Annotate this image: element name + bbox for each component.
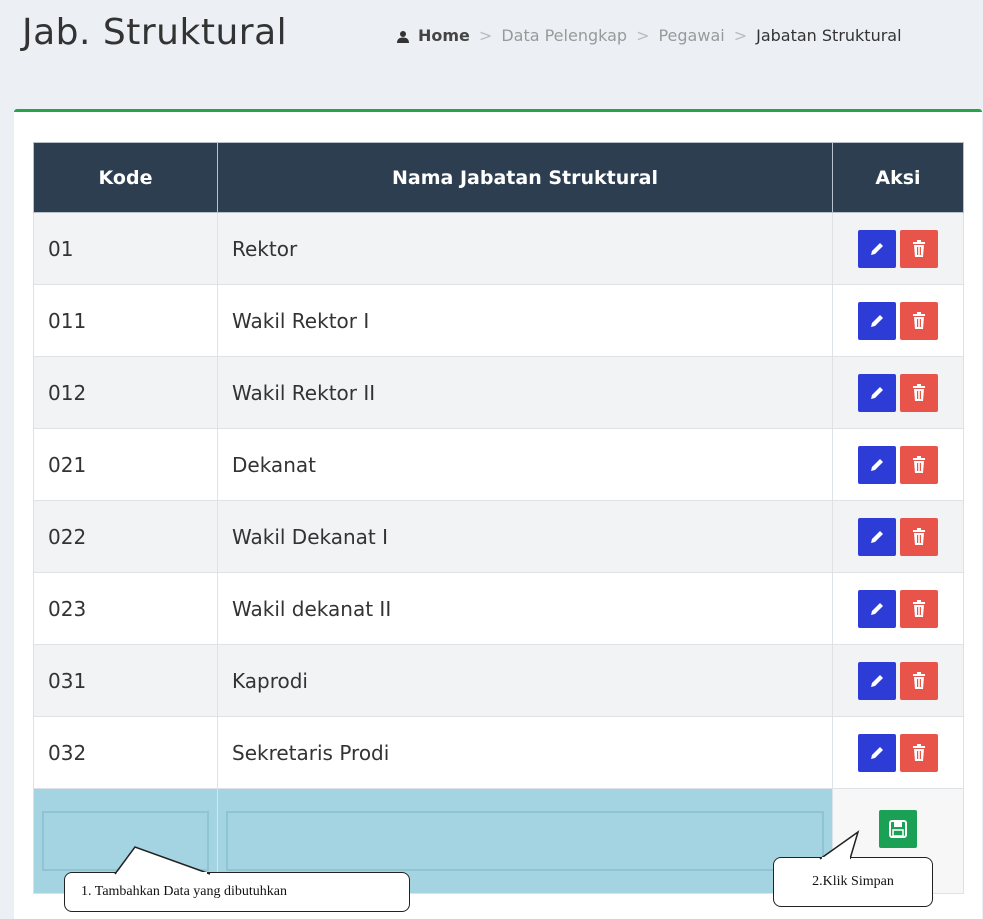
breadcrumb-separator: > <box>733 26 748 45</box>
edit-button[interactable] <box>858 229 896 268</box>
table-row: 032 Sekretaris Prodi <box>33 716 964 789</box>
table-row: 01 Rektor <box>33 212 964 285</box>
cell-nama: Dekanat <box>217 428 833 501</box>
delete-button[interactable] <box>900 301 938 340</box>
cell-aksi <box>832 428 964 501</box>
cell-aksi <box>832 500 964 573</box>
trash-icon <box>913 239 925 257</box>
breadcrumb-data-pelengkap-link[interactable]: Data Pelengkap <box>501 26 627 45</box>
breadcrumb-current: Jabatan Struktural <box>756 26 902 45</box>
delete-button[interactable] <box>900 517 938 556</box>
edit-button[interactable] <box>858 661 896 700</box>
column-header-aksi: Aksi <box>832 142 964 213</box>
cell-nama: Wakil Rektor II <box>217 356 833 429</box>
cell-aksi <box>832 644 964 717</box>
edit-button[interactable] <box>858 373 896 412</box>
delete-button[interactable] <box>900 733 938 772</box>
cell-aksi <box>832 212 964 285</box>
pencil-icon <box>871 314 883 327</box>
callout-step2: 2.Klik Simpan <box>773 830 933 907</box>
edit-button[interactable] <box>858 517 896 556</box>
table-header-row: Kode Nama Jabatan Struktural Aksi <box>33 142 964 213</box>
cell-kode: 031 <box>33 644 218 717</box>
cell-aksi <box>832 284 964 357</box>
trash-icon <box>913 455 925 473</box>
floppy-disk-icon <box>889 820 907 838</box>
cell-kode: 023 <box>33 572 218 645</box>
delete-button[interactable] <box>900 445 938 484</box>
table-row: 021 Dekanat <box>33 428 964 501</box>
breadcrumb: Home > Data Pelengkap > Pegawai > Jabata… <box>396 26 902 45</box>
pencil-icon <box>871 242 883 255</box>
edit-button[interactable] <box>858 589 896 628</box>
table-row: 023 Wakil dekanat II <box>33 572 964 645</box>
delete-button[interactable] <box>900 229 938 268</box>
table-row: 012 Wakil Rektor II <box>33 356 964 429</box>
trash-icon <box>913 599 925 617</box>
cell-kode: 022 <box>33 500 218 573</box>
trash-icon <box>913 527 925 545</box>
trash-icon <box>913 383 925 401</box>
cell-kode: 032 <box>33 716 218 789</box>
cell-kode: 021 <box>33 428 218 501</box>
cell-kode: 011 <box>33 284 218 357</box>
cell-nama: Wakil dekanat II <box>217 572 833 645</box>
cell-nama: Kaprodi <box>217 644 833 717</box>
callout-step1: 1. Tambahkan Data yang dibutuhkan <box>64 846 410 912</box>
pencil-icon <box>871 458 883 471</box>
breadcrumb-separator: > <box>478 26 493 45</box>
table-row: 031 Kaprodi <box>33 644 964 717</box>
jabatan-table: Kode Nama Jabatan Struktural Aksi 01 Rekt… <box>33 142 964 894</box>
cell-nama: Wakil Rektor I <box>217 284 833 357</box>
delete-button[interactable] <box>900 661 938 700</box>
page-title: Jab. Struktural <box>22 12 288 53</box>
cell-aksi <box>832 716 964 789</box>
cell-aksi <box>832 356 964 429</box>
pencil-icon <box>871 602 883 615</box>
trash-icon <box>913 743 925 761</box>
column-header-kode[interactable]: Kode <box>33 142 218 213</box>
trash-icon <box>913 311 925 329</box>
cell-kode: 012 <box>33 356 218 429</box>
breadcrumb-pegawai-link[interactable]: Pegawai <box>658 26 724 45</box>
column-header-nama[interactable]: Nama Jabatan Struktural <box>217 142 833 213</box>
cell-aksi <box>832 572 964 645</box>
breadcrumb-home-link[interactable]: Home <box>418 26 470 45</box>
callout-step1-text: 1. Tambahkan Data yang dibutuhkan <box>81 884 287 899</box>
cell-nama: Wakil Dekanat I <box>217 500 833 573</box>
pencil-icon <box>871 530 883 543</box>
pencil-icon <box>871 746 883 759</box>
cell-nama: Sekretaris Prodi <box>217 716 833 789</box>
delete-button[interactable] <box>900 589 938 628</box>
cell-kode: 01 <box>33 212 218 285</box>
edit-button[interactable] <box>858 733 896 772</box>
delete-button[interactable] <box>900 373 938 412</box>
table-row: 022 Wakil Dekanat I <box>33 500 964 573</box>
save-button[interactable] <box>879 810 917 848</box>
table-row: 011 Wakil Rektor I <box>33 284 964 357</box>
pencil-icon <box>871 674 883 687</box>
cell-nama: Rektor <box>217 212 833 285</box>
nama-input[interactable] <box>226 811 824 871</box>
pencil-icon <box>871 386 883 399</box>
edit-button[interactable] <box>858 445 896 484</box>
breadcrumb-separator: > <box>636 26 650 45</box>
trash-icon <box>913 671 925 689</box>
callout-step2-text: 2.Klik Simpan <box>812 874 894 889</box>
home-icon <box>396 29 410 43</box>
edit-button[interactable] <box>858 301 896 340</box>
